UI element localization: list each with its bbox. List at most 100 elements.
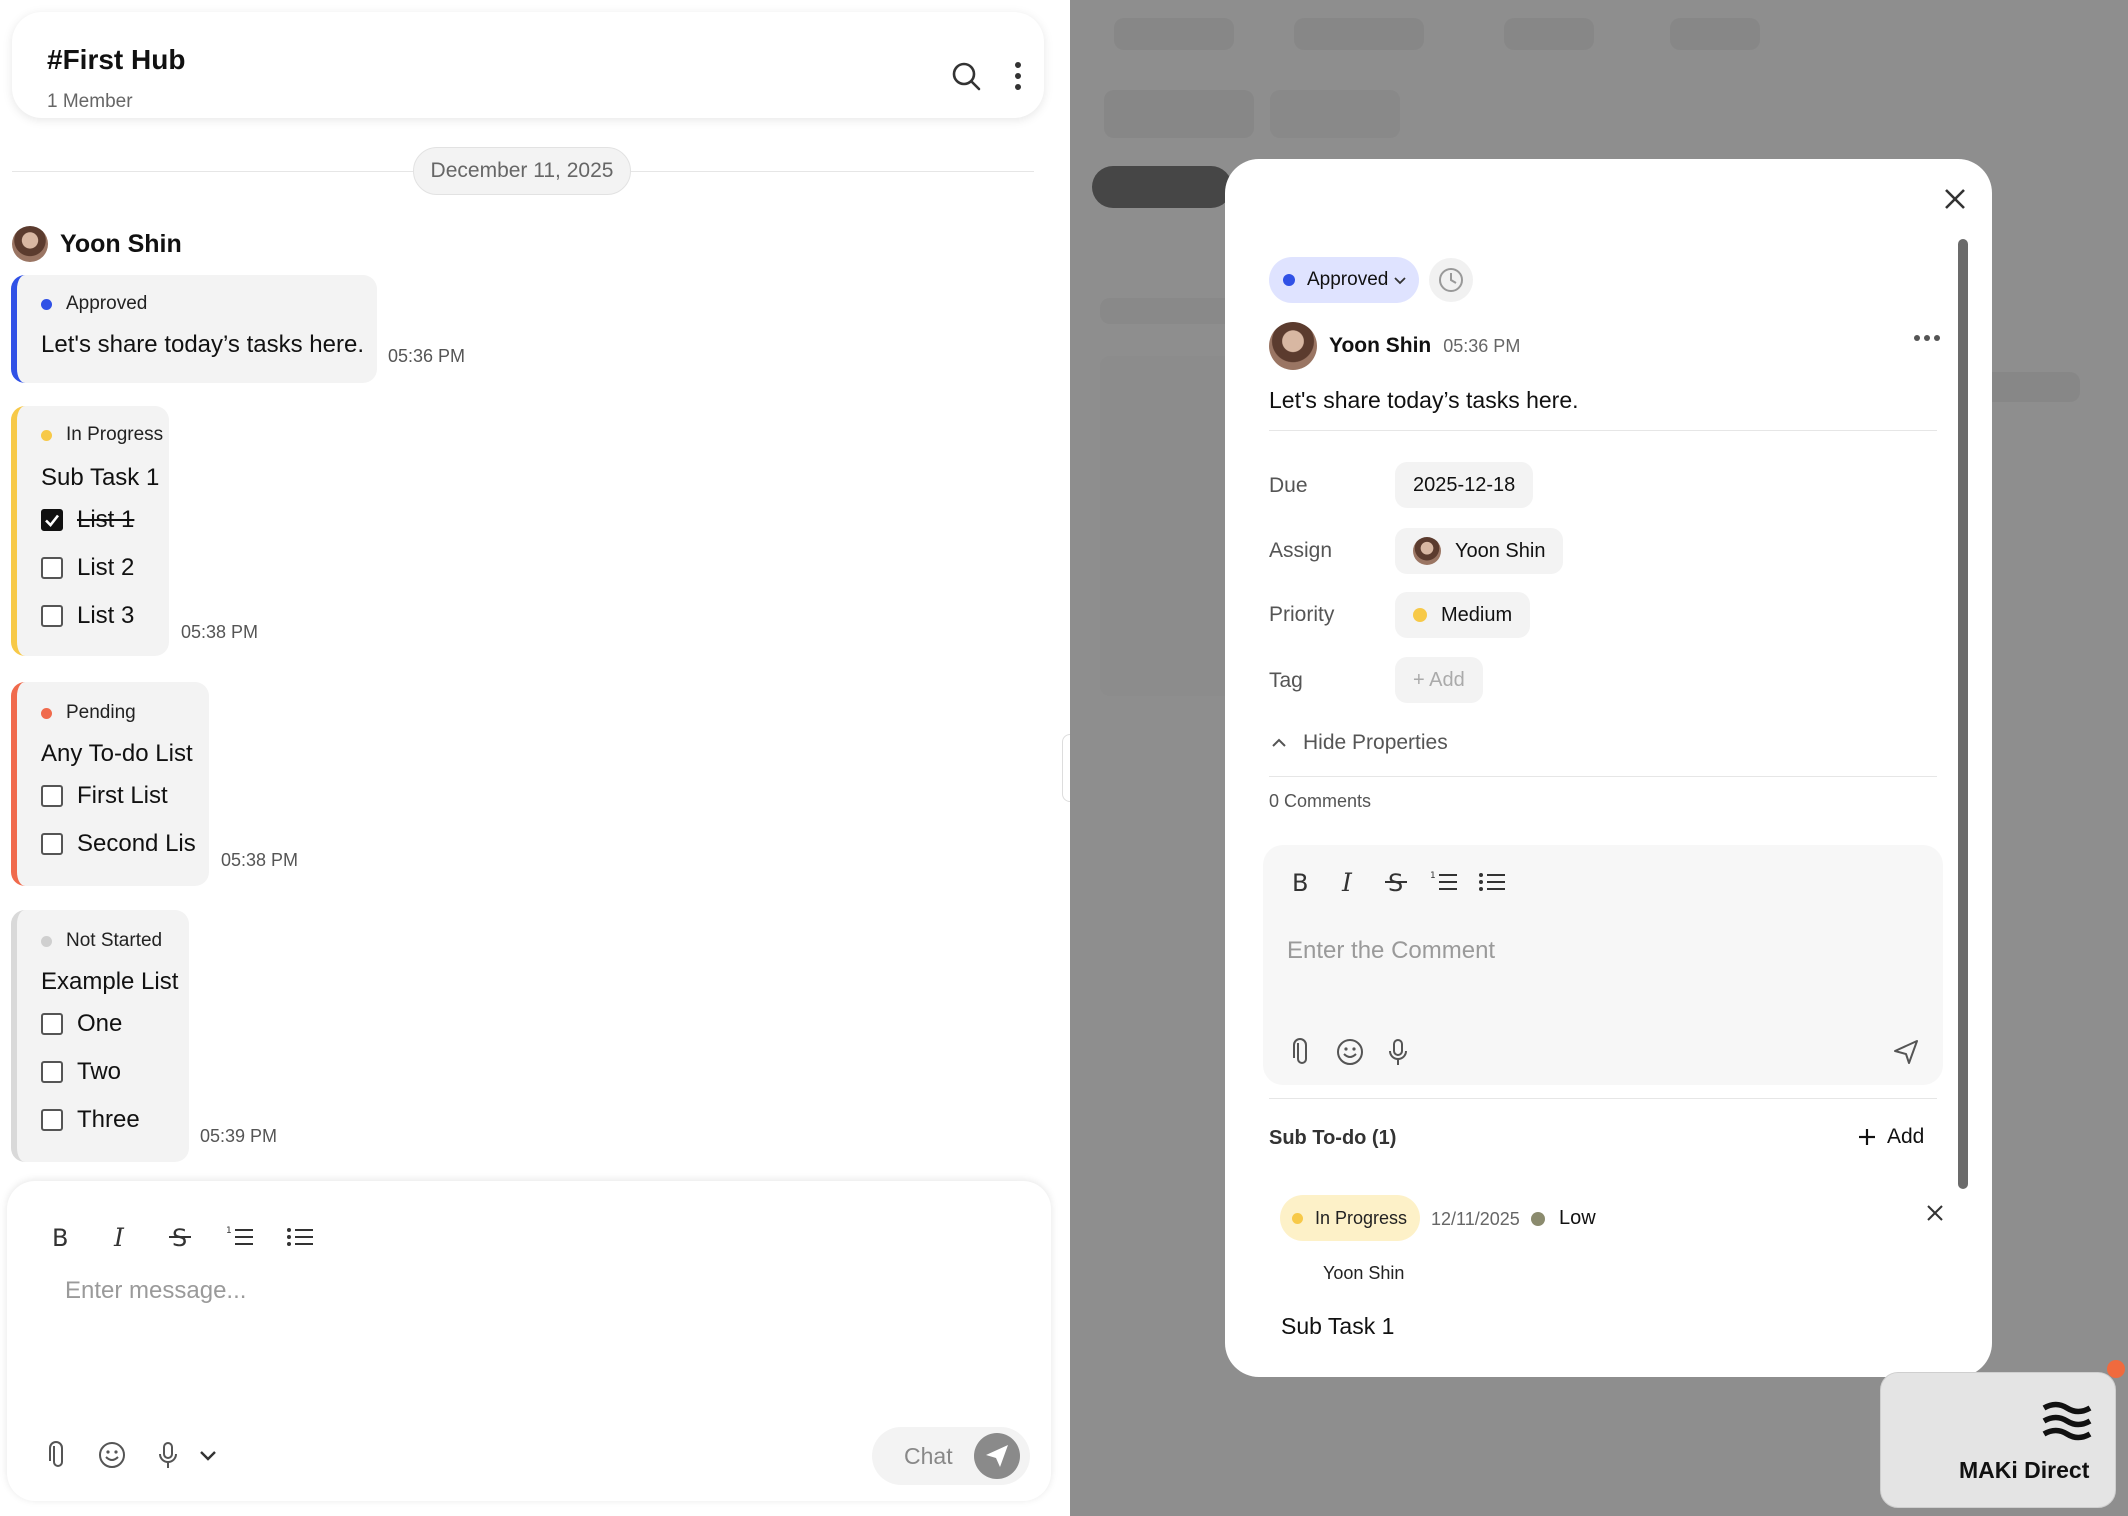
status-label: In Progress — [41, 424, 163, 446]
date-divider: December 11, 2025 — [413, 147, 631, 195]
ordered-list-icon[interactable]: 1 — [1429, 867, 1459, 897]
due-date-field[interactable]: 2025-12-18 — [1395, 462, 1534, 508]
sub-todo-assignee: Yoon Shin — [1323, 1263, 1405, 1283]
add-sub-todo-button[interactable]: Add — [1857, 1125, 1924, 1149]
search-icon[interactable] — [950, 60, 982, 92]
app-root: #First Hub 1 Member December 11, 2025 Yo… — [0, 0, 2128, 1516]
todo-item[interactable]: List 2 — [41, 554, 134, 582]
todo-item-label: List 2 — [77, 554, 135, 581]
assignee-name: Yoon Shin — [1455, 539, 1546, 562]
checkbox[interactable] — [41, 785, 63, 807]
checkbox[interactable] — [41, 605, 63, 627]
strikethrough-icon[interactable]: S — [165, 1222, 195, 1252]
todo-item-label: First List — [77, 782, 168, 809]
chat-send-button[interactable]: Chat — [872, 1427, 1030, 1485]
filter-chip-ghost — [1092, 166, 1232, 208]
hub-title: #First Hub — [47, 44, 186, 75]
italic-icon[interactable]: I — [1333, 867, 1363, 897]
priority-dot — [1531, 1211, 1545, 1226]
message-text: Let's share today’s tasks here. — [41, 331, 364, 358]
svg-text:I: I — [1341, 868, 1353, 897]
status-dot — [41, 707, 52, 719]
todo-item[interactable]: List 3 — [41, 602, 134, 630]
priority-field[interactable]: Medium — [1395, 592, 1531, 638]
message-pending[interactable]: Pending Any To-do List First List Second… — [11, 682, 209, 886]
bullet-list-icon[interactable] — [1477, 867, 1507, 897]
todo-item[interactable]: One — [41, 1010, 122, 1038]
avatar[interactable] — [1269, 322, 1317, 370]
message-not-started[interactable]: Not Started Example List One Two Three — [11, 910, 189, 1162]
ordered-list-icon[interactable]: 1 — [225, 1222, 255, 1252]
modal-scrollbar[interactable] — [1958, 239, 1968, 1189]
message-time: 05:38 PM — [221, 850, 299, 870]
message-approved[interactable]: Approved Let's share today’s tasks here. — [11, 275, 377, 383]
status-dot — [1292, 1212, 1303, 1224]
todo-item[interactable]: Second Lis — [41, 830, 196, 858]
send-icon[interactable] — [1891, 1037, 1921, 1067]
add-tag-button[interactable]: + Add — [1395, 657, 1483, 703]
todo-item[interactable]: First List — [41, 782, 168, 810]
bold-icon[interactable]: B — [45, 1222, 75, 1252]
comment-input[interactable]: Enter the Comment — [1287, 937, 1495, 965]
assign-label: Assign — [1269, 539, 1333, 562]
todo-detail-modal: Approved Yoon Shin 05:36 PM Let's share … — [1225, 159, 1992, 1377]
emoji-icon[interactable] — [1335, 1037, 1365, 1067]
checkbox[interactable] — [41, 1013, 63, 1035]
todo-item[interactable]: List 1 — [41, 506, 134, 534]
status-dropdown[interactable]: Approved — [1269, 257, 1419, 303]
checkbox-checked[interactable] — [41, 509, 63, 531]
notification-badge — [2107, 1360, 2125, 1378]
maki-direct-widget[interactable]: MAKi Direct — [1880, 1372, 2116, 1508]
chevron-down-icon — [1394, 277, 1406, 285]
italic-icon[interactable]: I — [105, 1222, 135, 1252]
svg-text:I: I — [113, 1223, 125, 1252]
message-input[interactable]: Enter message... — [65, 1277, 246, 1305]
todo-title: Any To-do List — [41, 740, 193, 767]
checkbox[interactable] — [41, 1061, 63, 1083]
emoji-icon[interactable] — [97, 1440, 127, 1470]
paperclip-icon[interactable] — [43, 1440, 73, 1470]
message-in-progress[interactable]: In Progress Sub Task 1 List 1 List 2 Lis… — [11, 406, 169, 656]
more-vertical-icon[interactable] — [1012, 60, 1024, 92]
tag-label: Tag — [1269, 669, 1303, 692]
paperclip-icon[interactable] — [1287, 1037, 1317, 1067]
checkbox[interactable] — [41, 833, 63, 855]
chevron-down-icon[interactable] — [193, 1440, 223, 1470]
sub-todo-status[interactable]: In Progress — [1280, 1195, 1420, 1241]
sub-todo-heading: Sub To-do (1) — [1269, 1127, 1397, 1149]
sub-todo-priority[interactable]: Low — [1531, 1207, 1596, 1230]
view-board-ghost — [1104, 90, 1254, 138]
assignee-field[interactable]: Yoon Shin — [1395, 528, 1564, 574]
todo-item[interactable]: Three — [41, 1106, 140, 1134]
avatar[interactable] — [12, 226, 48, 262]
todo-item-label: List 1 — [77, 506, 135, 533]
todo-item-label: Two — [77, 1058, 122, 1085]
history-button[interactable] — [1429, 258, 1473, 302]
status-text: Approved — [66, 293, 148, 314]
sub-todo-title[interactable]: Sub Task 1 — [1281, 1313, 1394, 1340]
tab-todo-ghost — [1114, 18, 1234, 50]
hide-properties-label: Hide Properties — [1303, 731, 1448, 754]
microphone-icon[interactable] — [153, 1440, 183, 1470]
sub-todo-date[interactable]: 12/11/2025 — [1431, 1209, 1520, 1230]
status-text: Pending — [66, 702, 136, 723]
hub-member-count: 1 Member — [47, 91, 133, 112]
strikethrough-icon[interactable]: S — [1381, 867, 1411, 897]
checkbox[interactable] — [41, 557, 63, 579]
todo-item[interactable]: Two — [41, 1058, 121, 1086]
hide-properties-toggle[interactable]: Hide Properties — [1269, 731, 1448, 755]
modal-body-text[interactable]: Let's share today’s tasks here. — [1269, 387, 1579, 414]
bullet-list-icon[interactable] — [285, 1222, 315, 1252]
avatar — [1413, 537, 1441, 565]
checkbox[interactable] — [41, 1109, 63, 1131]
priority-dot — [1413, 608, 1427, 622]
remove-sub-todo-icon[interactable] — [1925, 1203, 1945, 1223]
close-icon[interactable] — [1941, 185, 1969, 213]
send-icon — [974, 1433, 1020, 1479]
status-dropdown-label: Approved — [1307, 269, 1389, 290]
more-horizontal-icon[interactable] — [1913, 334, 1941, 342]
svg-text:B: B — [52, 1224, 68, 1252]
microphone-icon[interactable] — [1383, 1037, 1413, 1067]
bold-icon[interactable]: B — [1285, 867, 1315, 897]
chat-panel: #First Hub 1 Member December 11, 2025 Yo… — [0, 0, 1078, 1516]
